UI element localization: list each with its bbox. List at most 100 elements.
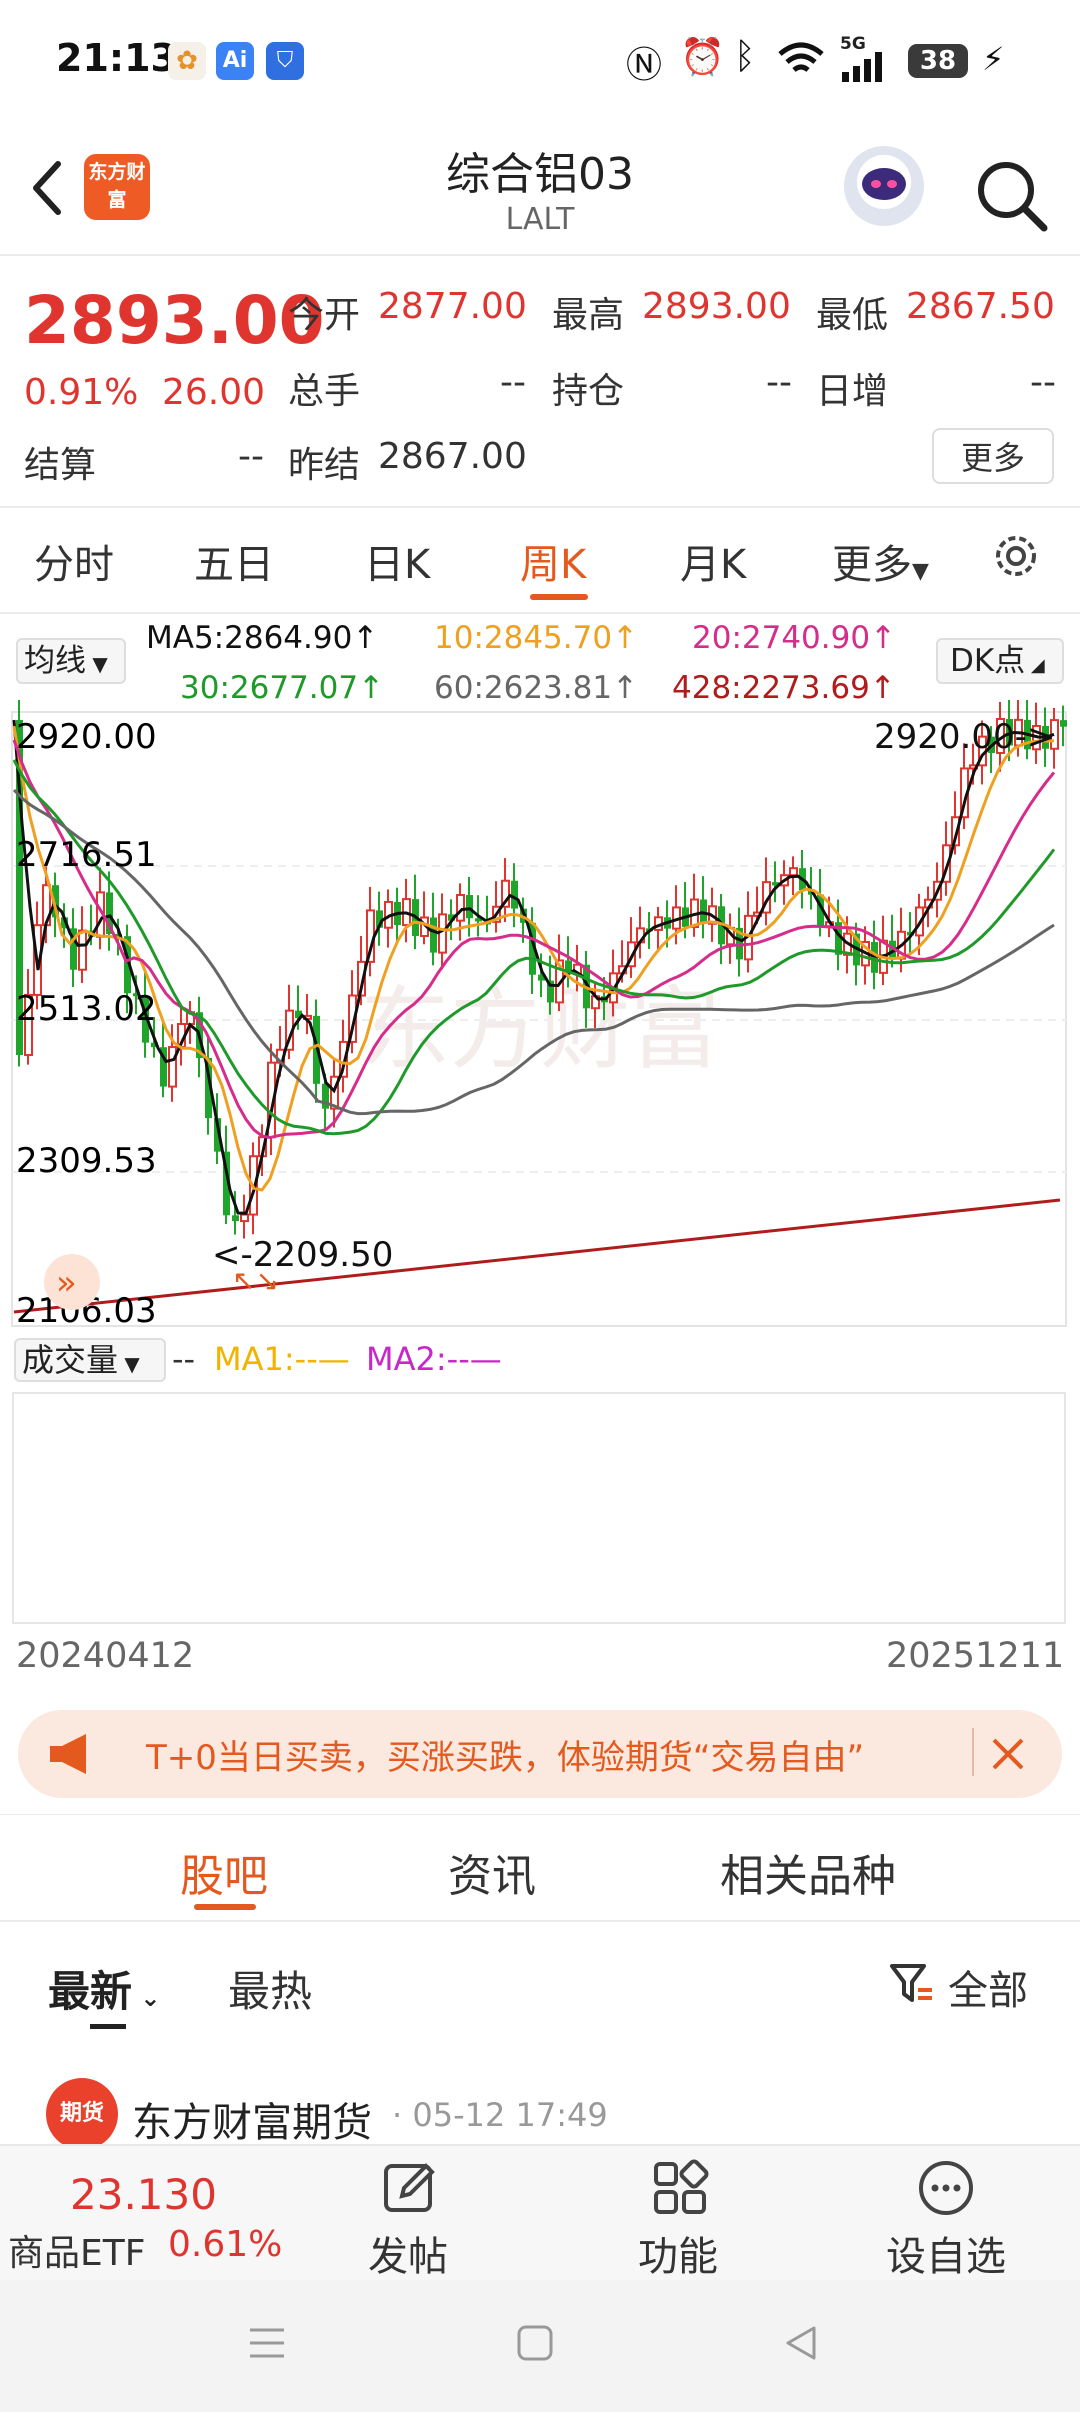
dropdown-arrow-icon: ▼ — [912, 559, 929, 584]
dk-point-select[interactable]: DK点 ◢ — [936, 638, 1064, 684]
divider — [0, 506, 1080, 508]
filter-icon[interactable] — [888, 1960, 936, 2008]
post-button[interactable]: 发帖 — [368, 2224, 448, 2282]
close-icon[interactable] — [988, 1734, 1028, 1774]
end-date: 20251211 — [886, 1636, 1065, 1676]
dropdown-arrow-icon: ▼ — [118, 1352, 140, 1376]
edit-post-icon[interactable] — [380, 2158, 440, 2218]
gear-icon[interactable] — [988, 528, 1044, 584]
change-amount: 26.00 — [162, 372, 266, 413]
search-icon[interactable] — [974, 158, 1050, 234]
more-quote-button[interactable]: 更多 — [932, 428, 1054, 484]
indicator-select-label: 成交量 — [22, 1341, 119, 1379]
tab-more-periods[interactable]: 更多▼ — [832, 532, 929, 590]
y-axis-label: 2716.51 — [16, 835, 157, 875]
expand-chart-arrow: » — [56, 1263, 77, 1303]
open-interest-label: 持仓 — [552, 371, 625, 412]
volume-value: -- — [172, 1340, 196, 1378]
wifi-icon — [778, 42, 824, 72]
back-icon[interactable] — [26, 158, 66, 218]
kline-chart[interactable]: 东方财富 2920.00 2716.51 2513.02 2309.53 210… — [0, 700, 1080, 1330]
tab-news[interactable]: 资讯 — [448, 1840, 536, 1904]
menu-icon[interactable] — [246, 2322, 288, 2364]
sort-newest-label: 最新 — [48, 1967, 133, 2016]
y-axis-label: 2920.00 — [16, 717, 157, 757]
tab-related[interactable]: 相关品种 — [720, 1840, 896, 1904]
prev-settle-label: 昨结 — [288, 445, 361, 486]
ma10-value: 10:2845.70↑ — [434, 620, 639, 656]
volume-value: -- — [500, 362, 526, 403]
candle-body — [232, 1215, 239, 1222]
open-value: 2877.00 — [378, 286, 527, 327]
back-nav-icon[interactable] — [782, 2324, 820, 2362]
page-title: 综合铝03 — [446, 149, 634, 200]
tab-intraday[interactable]: 分时 — [34, 532, 114, 590]
banner-divider — [972, 1728, 974, 1776]
etf-change[interactable]: 0.61% — [168, 2224, 282, 2265]
high-label: 最高 — [552, 295, 625, 336]
candle-body — [511, 880, 518, 909]
tab-monthly-k[interactable]: 月K — [680, 532, 746, 590]
filter-label[interactable]: 全部 — [948, 1958, 1028, 2016]
ma5-value: MA5:2864.90↑ — [146, 620, 379, 656]
settle-value: -- — [238, 436, 264, 477]
start-date: 20240412 — [16, 1636, 195, 1676]
battery-icon: 38 — [908, 44, 968, 78]
open-interest-value: -- — [766, 362, 792, 403]
dk-point-label: DK点 — [950, 643, 1026, 679]
divider — [0, 1814, 1080, 1815]
dropdown-arrow-icon: ◢ — [1025, 655, 1045, 676]
home-icon[interactable] — [516, 2324, 554, 2362]
candle-body — [438, 913, 447, 954]
candle-body — [78, 929, 87, 971]
etf-price[interactable]: 23.130 — [70, 2170, 217, 2219]
etf-name[interactable]: 商品ETF — [8, 2224, 145, 2276]
y-axis-label: 2309.53 — [16, 1141, 157, 1181]
tab-five-day[interactable]: 五日 — [194, 532, 274, 590]
eastmoney-logo[interactable]: 东方财富 — [84, 154, 150, 220]
tab-stock-forum[interactable]: 股吧 — [180, 1840, 268, 1904]
more-dots-icon[interactable] — [916, 2158, 976, 2218]
y-axis-label: 2513.02 — [16, 989, 157, 1029]
function-grid-icon[interactable] — [650, 2158, 710, 2218]
divider — [0, 612, 1080, 614]
add-watchlist-button[interactable]: 设自选 — [886, 2224, 1006, 2282]
indicator-select[interactable]: 成交量 ▼ — [14, 1338, 166, 1382]
signal-icon — [842, 52, 882, 82]
post-time: · 05-12 17:49 — [392, 2096, 608, 2134]
chevron-down-icon: ⌄ — [132, 1984, 161, 2012]
status-time: 21:13 — [56, 36, 177, 80]
volume-chart[interactable] — [12, 1392, 1066, 1624]
candle-body — [168, 1046, 177, 1088]
sort-hot[interactable]: 最热 — [228, 1958, 312, 2019]
ai-icon: Ai — [216, 42, 254, 80]
daily-increase-label: 日增 — [816, 371, 889, 412]
function-button[interactable]: 功能 — [638, 2224, 718, 2282]
tab-weekly-k[interactable]: 周K — [520, 532, 586, 590]
low-value: 2867.50 — [906, 286, 1055, 327]
assistant-robot-icon[interactable] — [844, 146, 924, 226]
avatar[interactable]: 期货 — [46, 2078, 118, 2150]
candle-body — [456, 894, 465, 922]
megaphone-icon — [50, 1734, 86, 1774]
app-notification-icon: ✿ — [168, 42, 206, 80]
bluetooth-icon: ᛒ — [734, 36, 756, 77]
post-author[interactable]: 东方财富期货 — [132, 2090, 372, 2148]
last-price: 2893.00 — [24, 282, 325, 359]
ma-select[interactable]: 均线 ▼ — [16, 638, 126, 684]
sort-indicator — [90, 2024, 126, 2029]
alarm-icon: ⏰ — [680, 37, 725, 78]
tab-daily-k[interactable]: 日K — [364, 532, 430, 590]
divider — [0, 254, 1080, 256]
charging-icon: ⚡ — [982, 40, 1005, 78]
candle-body — [466, 895, 473, 919]
volume-ma1-value: MA1:-- — [214, 1340, 318, 1378]
nfc-icon: Ⓝ — [626, 45, 663, 86]
candle-body — [430, 917, 437, 953]
sort-newest[interactable]: 最新 ⌄ — [48, 1958, 160, 2019]
shield-icon: ⛉ — [266, 42, 304, 80]
open-label: 今开 — [288, 295, 361, 336]
prev-settle-value: 2867.00 — [378, 436, 527, 477]
dk-marker-icon: ↖↘ — [232, 1264, 279, 1297]
max-price-marker: 2920.00-> — [874, 717, 1055, 757]
